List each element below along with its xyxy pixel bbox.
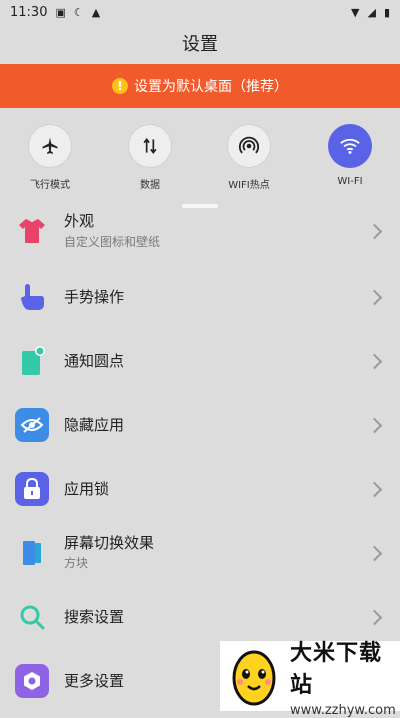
menu-item-app-lock[interactable]: 应用锁: [0, 456, 400, 520]
battery-icon: ▮: [383, 5, 390, 19]
menu-item-title: 隐藏应用: [64, 416, 125, 434]
tshirt-icon: [15, 214, 49, 248]
menu-item-title: 通知圆点: [64, 352, 125, 370]
default-launcher-banner[interactable]: ! 设置为默认桌面（推荐）: [0, 64, 400, 108]
chevron-right-icon: [366, 289, 383, 306]
menu-item-title: 外观: [64, 212, 95, 230]
chevron-right-icon: [366, 545, 383, 562]
screen-transition-icon: [15, 536, 49, 570]
do-not-disturb-icon: ☾: [73, 5, 84, 19]
status-left: 11:30 ▣ ☾ ▲: [10, 5, 100, 20]
notification-dot-icon: [15, 344, 49, 378]
quick-wifi[interactable]: WI-FI: [305, 124, 395, 187]
menu-item-subtitle: 方块: [64, 556, 89, 570]
menu-item-title: 更多设置: [64, 672, 125, 690]
status-right: ▼ ◢ ▮: [351, 7, 390, 18]
exclamation-icon: !: [112, 78, 128, 94]
menu-item-title: 应用锁: [64, 480, 110, 498]
chevron-right-icon: [366, 481, 383, 498]
airplane-icon: [28, 124, 72, 168]
menu-item-title: 手势操作: [64, 288, 125, 306]
search-icon: [15, 600, 49, 634]
chevron-right-icon: [366, 353, 383, 370]
wifi-signal-icon: ▼: [351, 5, 360, 19]
chevron-right-icon: [366, 609, 383, 626]
menu-item-title: 搜索设置: [64, 608, 125, 626]
quick-toggles: 飞行模式 数据 WIFI热点 WI-FI: [0, 124, 400, 194]
watermark-title: 大米下载站: [290, 640, 383, 698]
quick-label: 飞行模式: [30, 180, 70, 191]
watermark-url: www.zzhyw.com: [290, 702, 396, 718]
warning-icon: ▲: [91, 5, 101, 19]
status-time: 11:30: [10, 4, 48, 20]
gesture-hand-icon: [15, 280, 49, 314]
quick-airplane[interactable]: 飞行模式: [5, 124, 95, 191]
menu-item-subtitle: 自定义图标和壁纸: [64, 235, 161, 249]
hotspot-icon: [227, 124, 271, 168]
notification-a-icon: ▣: [55, 5, 66, 19]
banner-text: 设置为默认桌面（推荐）: [134, 79, 288, 95]
status-bar: 11:30 ▣ ☾ ▲ ▼ ◢ ▮: [0, 0, 400, 24]
menu-item-hide-apps[interactable]: 隐藏应用: [0, 392, 400, 456]
lock-icon: [15, 472, 49, 506]
cell-signal-icon: ◢: [367, 5, 376, 19]
more-settings-icon: [15, 664, 49, 698]
page-title: 设置: [182, 34, 218, 55]
wifi-icon: [328, 124, 372, 168]
menu-item-screen-effect[interactable]: 屏幕切换效果 方块: [0, 520, 400, 584]
menu-item-appearance[interactable]: 外观 自定义图标和壁纸: [0, 200, 400, 264]
menu-item-title: 屏幕切换效果: [64, 534, 155, 552]
rice-mascot-logo: [226, 646, 282, 706]
chevron-right-icon: [366, 417, 383, 434]
site-watermark: 大米下载站 www.zzhyw.com: [220, 641, 400, 718]
menu-item-notification-dots[interactable]: 通知圆点: [0, 328, 400, 392]
quick-data[interactable]: 数据: [105, 124, 195, 191]
watermark-text: 大米下载站 www.zzhyw.com: [290, 635, 400, 718]
quick-label: WIFI热点: [228, 180, 270, 191]
chevron-right-icon: [366, 223, 383, 240]
menu-item-gesture[interactable]: 手势操作: [0, 264, 400, 328]
data-arrows-icon: [128, 124, 172, 168]
quick-hotspot[interactable]: WIFI热点: [204, 124, 294, 191]
quick-label: WI-FI: [337, 176, 363, 187]
quick-label: 数据: [140, 180, 160, 191]
hidden-eye-icon: [15, 408, 49, 442]
